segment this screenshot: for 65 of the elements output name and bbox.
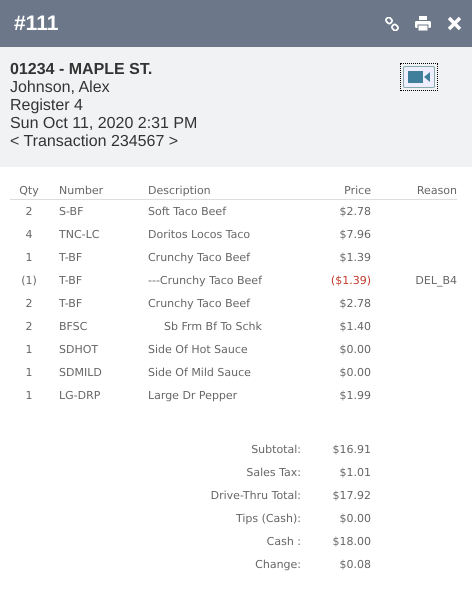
description-cell-text: Side Of Mild Sauce <box>148 365 252 381</box>
close-icon[interactable] <box>447 16 462 31</box>
total-label: Cash : <box>266 535 301 550</box>
qty-cell-text: 2 <box>24 319 34 335</box>
qty-cell-text: (1) <box>20 273 38 289</box>
number-cell-text: SDMILD <box>58 365 103 381</box>
transaction-link[interactable]: < Transaction 234567 > <box>10 133 198 151</box>
number-cell-text: T-BF <box>58 273 84 289</box>
column-header: Description <box>148 181 298 200</box>
window-title: #111 <box>14 12 60 36</box>
number-cell-text: TNC-LC <box>58 227 100 243</box>
column-header: Price <box>298 181 371 200</box>
column-header: Qty <box>10 181 48 200</box>
qty-cell-text: 1 <box>24 365 34 381</box>
store-name: 01234 - MAPLE ST. <box>10 61 154 79</box>
total-value: $1.01 <box>338 466 371 481</box>
print-icon[interactable] <box>415 16 431 31</box>
number-cell-text: BFSC <box>58 319 88 335</box>
price-cell-text: $1.99 <box>338 388 371 404</box>
column-header: Reason <box>371 181 457 200</box>
total-label: Sales Tax: <box>245 466 301 481</box>
description-cell-text: Large Dr Pepper <box>148 388 238 404</box>
price-cell-text: $0.00 <box>338 365 371 381</box>
price-cell-text: $7.96 <box>338 227 371 243</box>
qty-cell-text: 1 <box>24 388 34 404</box>
number-cell-text: T-BF <box>58 296 84 312</box>
qty-cell-text: 1 <box>24 342 34 358</box>
number-cell-text: LG-DRP <box>58 388 102 404</box>
video-button[interactable] <box>400 63 438 91</box>
column-header: Number <box>48 181 148 200</box>
video-camera-icon <box>408 71 430 83</box>
total-value: $0.00 <box>338 512 371 527</box>
total-value: $17.92 <box>332 489 371 504</box>
description-cell-text: Doritos Locos Taco <box>148 227 252 243</box>
description-cell: Soft Taco Beef <box>148 200 298 223</box>
register-label: Register 4 <box>10 97 84 115</box>
employee-name: Johnson, Alex <box>10 79 111 97</box>
number-cell: S-BF <box>48 200 148 223</box>
total-value: $0.08 <box>338 558 371 573</box>
description-cell-text: Side Of Hot Sauce <box>148 342 249 358</box>
number-cell-text: SDHOT <box>58 342 100 358</box>
qty-cell-text: 1 <box>24 250 34 266</box>
reason-cell-text: DEL_B4 <box>414 273 457 289</box>
total-label: Drive-Thru Total: <box>210 489 301 504</box>
date-time: Sun Oct 11, 2020 2:31 PM <box>10 115 198 133</box>
description-cell-text: Sb Frm Bf To Schk <box>163 319 263 335</box>
qty-cell-text: 2 <box>24 296 34 312</box>
total-value: $18.00 <box>332 535 371 550</box>
description-cell-text: Crunchy Taco Beef <box>148 296 252 312</box>
price-cell: $2.78 <box>298 200 371 223</box>
qty-cell: 2 <box>10 200 48 223</box>
qty-cell-text: 4 <box>24 227 34 243</box>
total-label: Subtotal: <box>250 443 301 458</box>
link-icon[interactable] <box>385 16 399 30</box>
total-value: $16.91 <box>332 443 371 458</box>
number-cell-text: T-BF <box>58 250 84 266</box>
price-cell-text: $1.39 <box>338 250 371 266</box>
total-label: Change: <box>254 558 301 573</box>
total-label: Tips (Cash): <box>234 512 301 527</box>
description-cell-text: Crunchy Taco Beef <box>148 250 252 266</box>
price-cell-text: $0.00 <box>338 342 371 358</box>
price-cell-text: ($1.39) <box>330 273 371 289</box>
price-cell-text: $1.40 <box>338 319 371 335</box>
description-cell-text: ---Crunchy Taco Beef <box>148 273 264 289</box>
price-cell-text: $2.78 <box>338 296 371 312</box>
